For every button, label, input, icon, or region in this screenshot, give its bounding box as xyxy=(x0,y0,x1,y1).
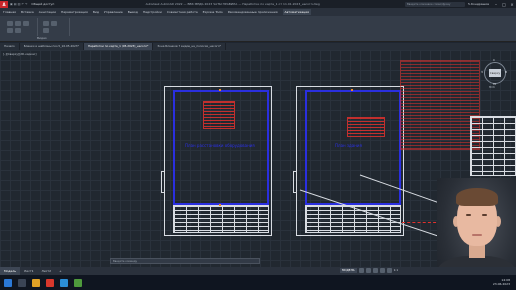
share-button[interactable]: Общий доступ xyxy=(31,2,54,6)
ribbon-tab[interactable]: Главная xyxy=(3,10,16,14)
maximize-button[interactable]: □ xyxy=(500,2,508,7)
compass-north[interactable]: С xyxy=(493,58,495,62)
ribbon-tab-strip: Главная Вставка Аннотации Параметризация… xyxy=(0,8,516,16)
viewport-controls-label[interactable]: [–][Сверху][2D-каркас] xyxy=(3,52,36,56)
close-button[interactable]: × xyxy=(508,2,516,7)
compass-east[interactable]: В xyxy=(505,70,507,74)
ribbon-tab[interactable]: Управление xyxy=(104,10,123,14)
sheet-title: План расстановки оборудования xyxy=(185,143,255,148)
viewcube[interactable]: Сверху С Ю З В МСК xyxy=(481,58,507,89)
quick-access-toolbar[interactable]: ▣ ▤ ▥ ↶ ↷ xyxy=(10,2,27,6)
presenter-eye xyxy=(482,214,487,216)
ribbon-group xyxy=(40,18,70,36)
file-explorer-icon[interactable] xyxy=(32,278,40,287)
viewcube-top-face[interactable]: Сверху xyxy=(489,69,501,77)
presenter-hair xyxy=(456,188,498,206)
title-bar: A ▣ ▤ ▥ ↶ ↷ Общий доступ Autodesk AutoCA… xyxy=(0,0,516,8)
doc-tab-start[interactable]: Начало xyxy=(0,43,20,50)
model-space-toggle[interactable]: МОДЕЛЬ xyxy=(340,268,357,273)
grip-marker[interactable] xyxy=(219,89,221,91)
layout-tab-model[interactable]: Модель xyxy=(0,267,21,275)
add-layout-button[interactable]: + xyxy=(55,267,66,275)
grid-toggle-icon[interactable] xyxy=(358,268,364,273)
ribbon-group xyxy=(4,18,38,36)
red-annotation-block xyxy=(347,117,385,137)
specification-table[interactable] xyxy=(470,116,516,176)
ribbon-tab[interactable]: Express Tools xyxy=(203,10,223,14)
ribbon-tab[interactable]: Рекомендованные приложения xyxy=(228,10,278,14)
ribbon-tab[interactable]: Вид xyxy=(93,10,99,14)
search-input[interactable]: Введите ключевое слово/фразу xyxy=(405,1,466,7)
layout-tab[interactable]: Лист2 xyxy=(38,267,56,275)
search-icon[interactable] xyxy=(18,278,26,287)
snap-toggle-icon[interactable] xyxy=(365,268,371,273)
autocad-taskbar-icon[interactable] xyxy=(46,278,54,287)
ribbon-tab-active[interactable]: Автоматизация xyxy=(282,9,311,15)
doc-tab[interactable]: Зона Бланков 7 видов_на_полосах_несогл* xyxy=(153,43,227,50)
ribbon-button[interactable] xyxy=(51,21,57,26)
window-title: Autodesk AutoCAD 2022 — ВВК МЕДЬ 2023 ЧА… xyxy=(145,2,320,6)
osnap-toggle-icon[interactable] xyxy=(386,268,392,273)
ribbon-button[interactable] xyxy=(15,21,21,26)
presenter-eye xyxy=(466,214,471,216)
ribbon-tab[interactable]: Аннотации xyxy=(39,10,56,14)
system-clock[interactable]: 14:08 23.06.2023 xyxy=(493,278,510,286)
presenter-mouth xyxy=(472,234,482,236)
ribbon-tab[interactable]: Надстройки xyxy=(143,10,162,14)
title-block xyxy=(173,205,269,233)
sheet-side-stamp xyxy=(293,171,297,193)
polar-toggle-icon[interactable] xyxy=(379,268,385,273)
ribbon-button[interactable] xyxy=(15,28,21,33)
red-annotation-block xyxy=(203,101,235,129)
ribbon-tab[interactable]: Вставка xyxy=(21,10,34,14)
sheet-title: План здания xyxy=(335,143,362,148)
ribbon-button[interactable] xyxy=(43,21,49,26)
grip-marker[interactable] xyxy=(351,89,353,91)
document-tab-strip: Начало Бланки и шаблоны поз.5_16.05.2023… xyxy=(0,43,516,50)
start-menu-icon[interactable] xyxy=(4,278,12,287)
app-icon[interactable] xyxy=(74,278,82,287)
red-annotation-area xyxy=(400,60,480,150)
ribbon-button[interactable] xyxy=(43,28,49,33)
wcs-menu[interactable]: МСК xyxy=(489,86,495,89)
autocad-logo-icon[interactable]: A xyxy=(0,0,8,8)
windows-taskbar: 14:08 23.06.2023 xyxy=(0,275,516,290)
command-line-input[interactable]: Введите команду xyxy=(110,258,260,264)
status-bar: МОДЕЛЬ 1:1 xyxy=(340,268,398,273)
ribbon-panel: Видео xyxy=(0,16,516,42)
ribbon-button[interactable] xyxy=(23,21,29,26)
ribbon-tab[interactable]: Вывод xyxy=(128,10,138,14)
doc-tab-active[interactable]: Наработки по карте_1 (05.2023)_несогл* xyxy=(83,43,154,50)
ribbon-button[interactable] xyxy=(7,21,13,26)
layout-tab[interactable]: Лист1 xyxy=(20,267,38,275)
ribbon-button[interactable] xyxy=(7,28,13,33)
ribbon-tab[interactable]: Параметризация xyxy=(61,10,88,14)
annotation-scale[interactable]: 1:1 xyxy=(394,268,399,273)
sheet-side-stamp xyxy=(161,171,165,193)
telegram-icon[interactable] xyxy=(60,278,68,287)
grip-marker[interactable] xyxy=(219,204,221,206)
minimize-button[interactable]: – xyxy=(492,2,500,7)
ribbon-tab[interactable]: Совместная работа xyxy=(167,10,198,14)
layout-tab-strip: Модель Лист1 Лист2 + xyxy=(0,267,516,275)
doc-tab[interactable]: Бланки и шаблоны поз.5_16.05.2023* xyxy=(20,43,84,50)
ortho-toggle-icon[interactable] xyxy=(372,268,378,273)
compass-west[interactable]: З xyxy=(481,70,483,74)
clock-date: 23.06.2023 xyxy=(492,282,510,286)
ribbon-group-label: Видео xyxy=(37,36,47,40)
drawing-sheet-left[interactable]: План расстановки оборудования xyxy=(161,86,272,236)
autocad-window: A ▣ ▤ ▥ ↶ ↷ Общий доступ Autodesk AutoCA… xyxy=(0,0,516,290)
user-account-button[interactable]: 5.Кондрашов xyxy=(468,2,489,6)
